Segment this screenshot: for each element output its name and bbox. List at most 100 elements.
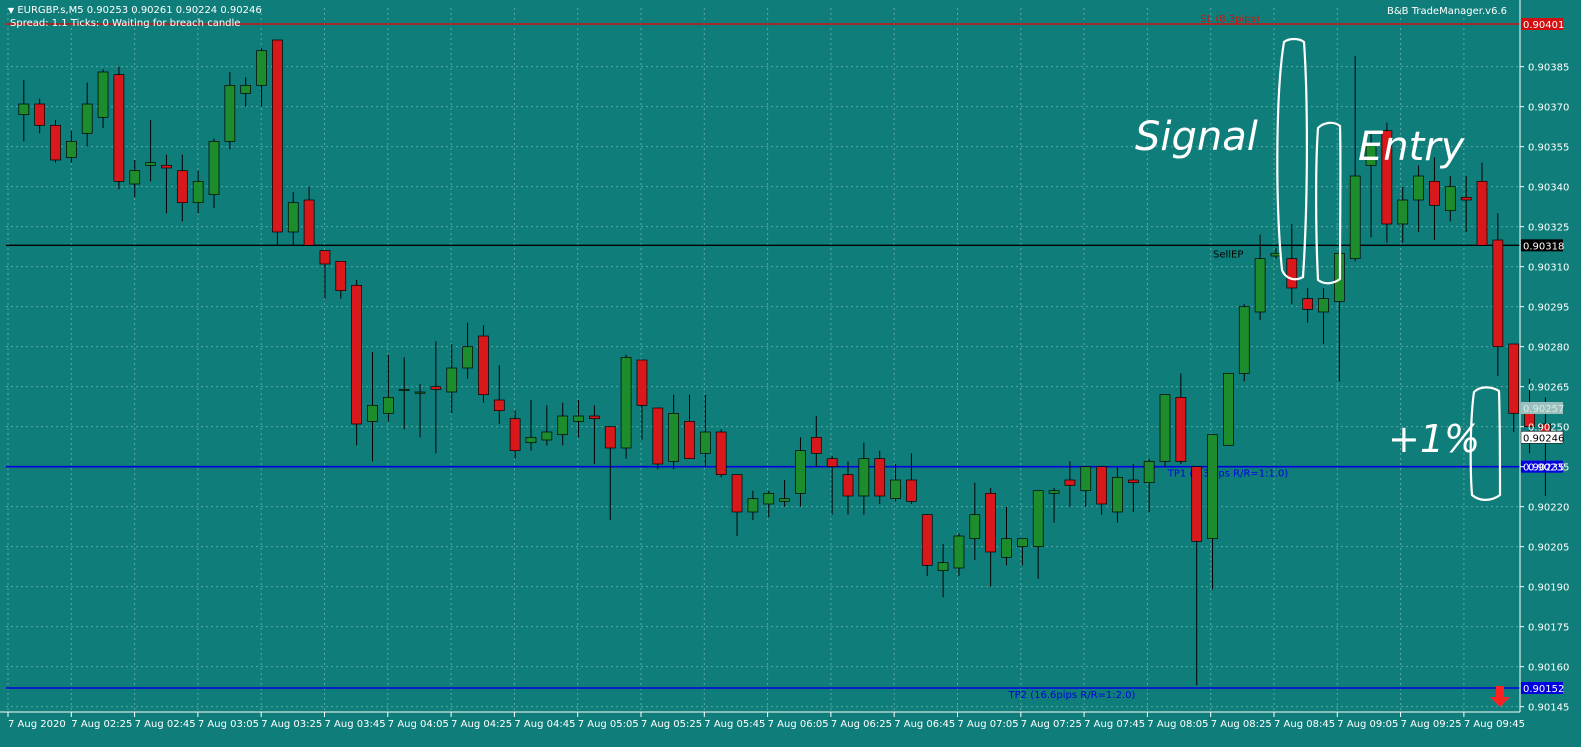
candle-body — [557, 415, 569, 436]
candle-body — [1016, 538, 1028, 548]
candle-body — [937, 562, 949, 572]
triangle-down-icon[interactable]: ▼ — [8, 6, 14, 15]
candle-body — [525, 436, 537, 444]
candle-body — [34, 103, 46, 126]
candle-body — [97, 71, 109, 118]
candle-body — [795, 450, 806, 494]
candle-body — [731, 474, 743, 513]
candle-body — [398, 388, 410, 391]
candle-body — [1508, 343, 1520, 414]
candle-body — [969, 514, 981, 540]
candle-body — [1032, 490, 1044, 548]
candle-body — [1286, 258, 1298, 289]
candle-body — [145, 162, 156, 166]
y-tick-label: 0.90265 — [1528, 383, 1569, 394]
candle-body — [1001, 538, 1012, 558]
y-tick-label: 0.90325 — [1528, 223, 1569, 234]
candle-body — [65, 140, 77, 158]
x-tick-label: 7 Aug 03:25 — [261, 719, 322, 730]
candle-body — [747, 498, 759, 513]
candle-body — [1159, 394, 1171, 462]
candle-body — [652, 407, 664, 465]
candle-body — [1318, 298, 1329, 313]
signal-annotation: Signal — [1135, 114, 1258, 160]
x-tick-label: 7 Aug 05:45 — [704, 719, 765, 730]
candle-body — [906, 479, 917, 502]
candle-body — [319, 250, 331, 265]
chart-background — [0, 0, 1581, 747]
x-tick-label: 7 Aug 04:05 — [388, 719, 449, 730]
x-tick-label: 7 Aug 05:25 — [641, 719, 702, 730]
candle-body — [668, 412, 680, 462]
status-line: Spread: 1.1 Ticks: 0 Waiting for breach … — [10, 18, 241, 29]
y-tick-label: 0.90370 — [1528, 103, 1569, 114]
candle-body — [1444, 186, 1456, 212]
x-tick-label: 7 Aug 08:05 — [1147, 719, 1208, 730]
x-tick-label: 7 Aug 07:25 — [1021, 719, 1082, 730]
candle-body — [1064, 479, 1076, 486]
candle-body — [1349, 175, 1361, 260]
candle-body — [763, 492, 775, 505]
candle-body — [541, 431, 553, 441]
candle-body — [1397, 199, 1409, 225]
x-tick-label: 7 Aug 08:45 — [1274, 719, 1335, 730]
candle-body — [1048, 490, 1060, 494]
candle-body — [715, 431, 727, 476]
candle-body — [351, 284, 362, 425]
candle-body — [1460, 196, 1472, 201]
candle-body — [256, 50, 267, 86]
level-label-tp1: TP1 (8.3pips R/R=1:1.0) — [1167, 469, 1289, 480]
candle-body — [985, 492, 997, 553]
x-tick-label: 7 Aug 2020 — [8, 719, 66, 730]
entry-annotation: Entry — [1358, 124, 1466, 170]
candle-body — [1254, 258, 1266, 313]
candle-body — [509, 418, 521, 452]
candle-body — [462, 346, 473, 369]
candlestick-chart[interactable]: 0.90401 SL (8.3pips) 0.90318 0.90235 TP1 (8.… — [0, 0, 1581, 747]
candle-body — [1191, 466, 1203, 542]
candle-body — [81, 103, 93, 134]
candle-body — [1080, 466, 1092, 492]
x-tick-label: 7 Aug 04:45 — [514, 719, 575, 730]
x-tick-label: 7 Aug 08:25 — [1211, 719, 1272, 730]
candle-body — [921, 514, 933, 566]
candle-body — [1223, 372, 1234, 446]
candle-body — [684, 420, 695, 460]
y-tick-label: 0.90310 — [1528, 263, 1569, 274]
y-tick-label: 0.90355 — [1528, 143, 1569, 154]
x-tick-label: 7 Aug 09:45 — [1464, 719, 1525, 730]
level-label-tp2: TP2 (16.6pips R/R=1:2.0) — [1008, 690, 1136, 701]
candle-body — [1143, 460, 1155, 484]
candle-body — [810, 436, 822, 454]
symbol-line: ▼ EURGBP.s,M5 0.90253 0.90261 0.90224 0.… — [8, 5, 262, 16]
candle-body — [573, 415, 584, 422]
candle-body — [192, 180, 204, 204]
x-tick-label: 7 Aug 09:05 — [1337, 719, 1398, 730]
candle-body — [1127, 479, 1139, 484]
candle-body — [953, 535, 965, 569]
candle-body — [826, 458, 838, 468]
candle-body — [1302, 298, 1314, 310]
candle-body — [430, 386, 442, 390]
candle-body — [636, 359, 648, 406]
x-tick-label: 7 Aug 03:45 — [325, 719, 386, 730]
result-annotation: +1% — [1388, 417, 1480, 461]
candle-body — [161, 164, 172, 169]
candle-body — [1238, 306, 1250, 374]
candle-body — [414, 391, 426, 394]
candle-body — [699, 431, 711, 454]
candle-body — [890, 479, 901, 500]
price-tag-current: 0.90246 — [1523, 433, 1564, 444]
candle-body — [620, 356, 632, 449]
candle-body — [383, 396, 394, 414]
candle-body — [1096, 466, 1107, 505]
candle-body — [240, 84, 252, 94]
candle-body — [1112, 476, 1123, 513]
candle-body — [303, 199, 315, 246]
candle-body — [287, 202, 299, 233]
candle-body — [367, 404, 378, 422]
y-tick-label: 0.90175 — [1528, 623, 1569, 634]
candle-body — [18, 103, 30, 116]
x-tick-label: 7 Aug 07:45 — [1084, 719, 1145, 730]
indicator-label: B&B TradeManager.v6.6 — [1387, 6, 1507, 17]
